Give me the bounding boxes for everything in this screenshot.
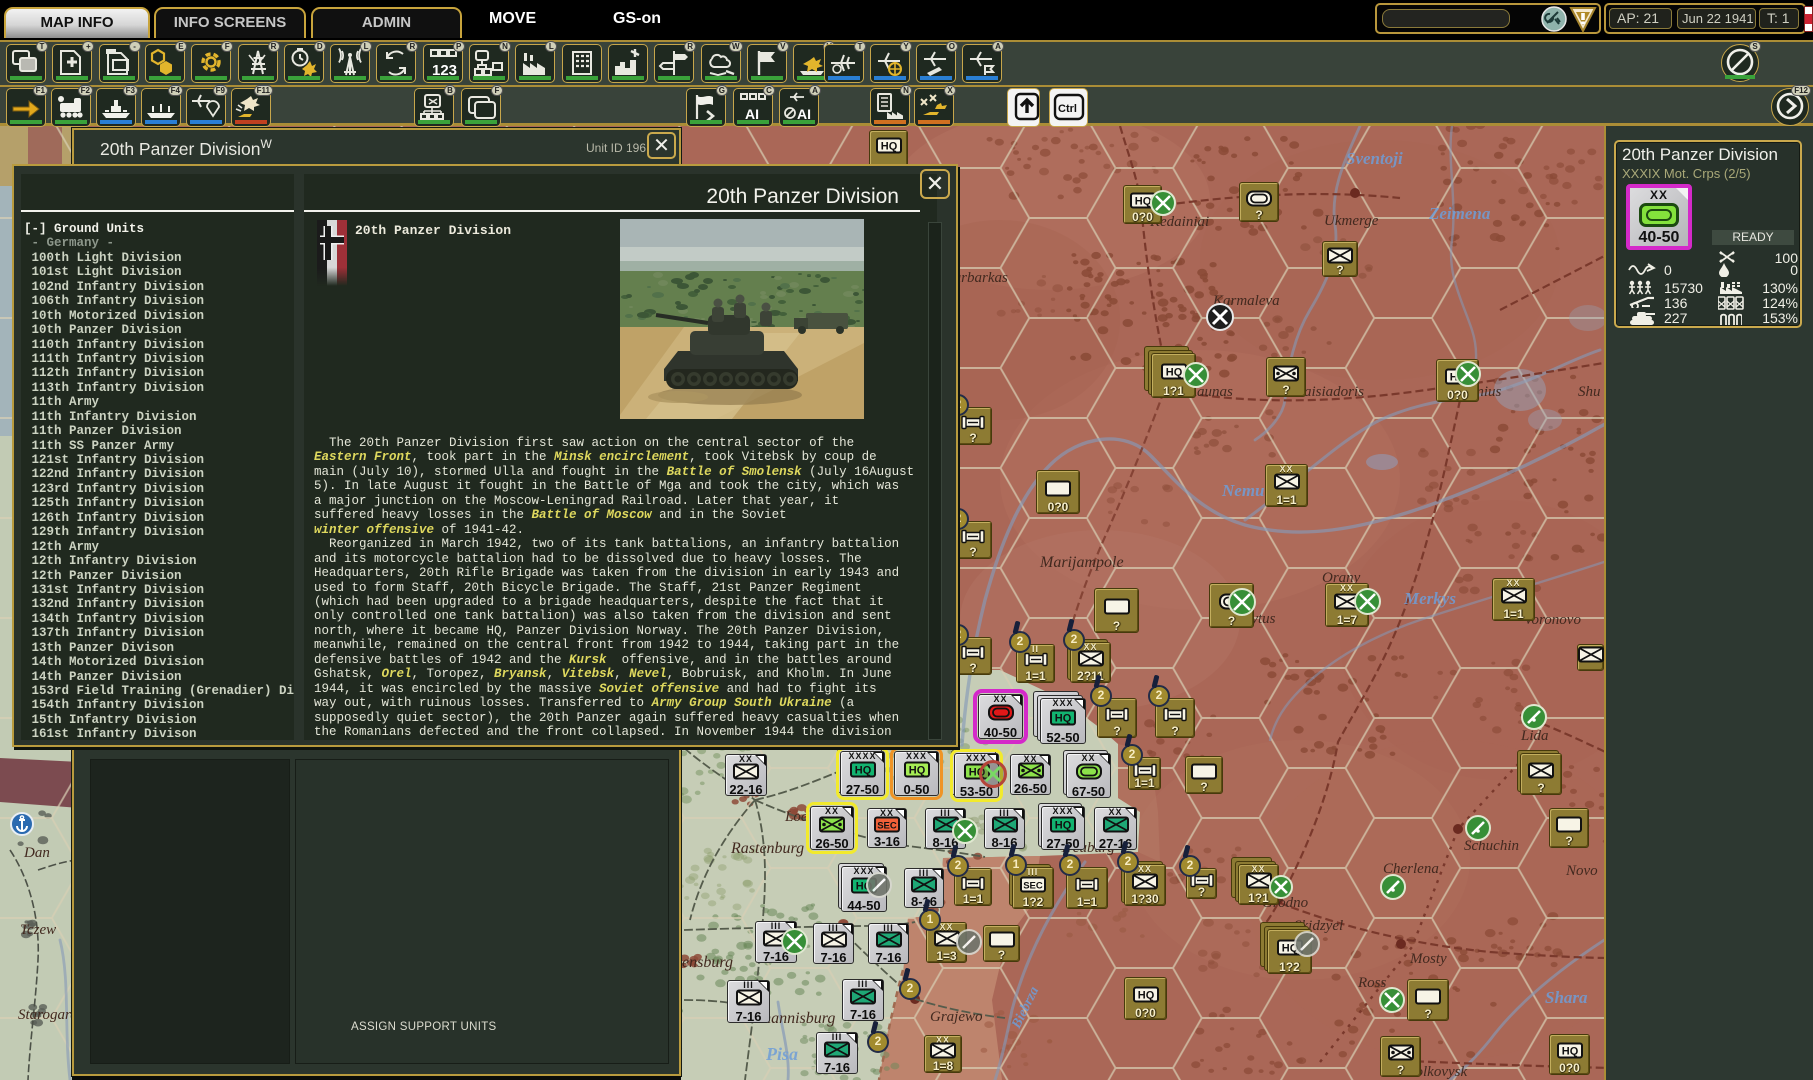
svg-text:HQ: HQ [1055, 712, 1072, 724]
svg-text:SEC: SEC [877, 820, 897, 831]
svg-text:HQ: HQ [908, 765, 925, 777]
svg-text:HQ: HQ [1055, 819, 1072, 831]
svg-text:HQ: HQ [880, 141, 897, 153]
svg-text:HQ: HQ [854, 765, 871, 777]
svg-text:SEC: SEC [1023, 880, 1043, 891]
svg-text:Ctrl: Ctrl [1058, 103, 1077, 115]
svg-text:HQ: HQ [1165, 367, 1182, 379]
svg-text:HQ: HQ [1561, 1046, 1578, 1058]
svg-text:HQ: HQ [1134, 196, 1151, 208]
svg-text:HQ: HQ [1137, 990, 1154, 1002]
